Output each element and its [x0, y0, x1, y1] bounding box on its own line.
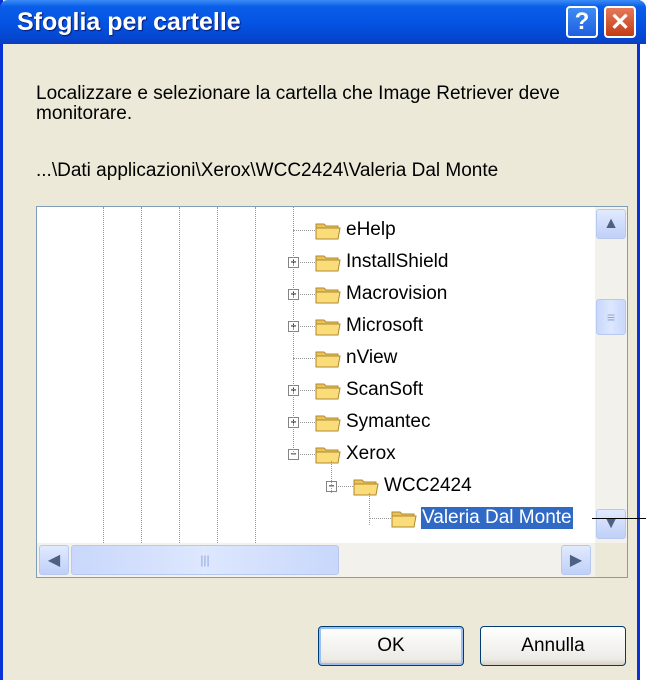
tree-item-label: eHelp [346, 219, 396, 240]
scroll-up-button[interactable]: ▲ [596, 209, 626, 239]
grip-icon: ≡ [606, 309, 616, 325]
chevron-left-icon: ◀ [47, 552, 61, 569]
horizontal-scrollbar[interactable]: ◀ ||| ▶ [37, 543, 595, 577]
tree-connector [369, 493, 370, 525]
scrollbar-corner [595, 543, 627, 577]
tree-connector [293, 230, 315, 231]
tree-item-label: ScanSoft [346, 379, 424, 400]
folder-icon [315, 316, 341, 336]
instruction-text: Localizzare e selezionare la cartella ch… [36, 83, 560, 124]
tree-item-label: WCC2424 [384, 475, 472, 496]
tree-connector [293, 207, 294, 454]
help-icon: ? [574, 8, 590, 35]
tree-item[interactable]: eHelp [37, 215, 593, 247]
tree-item[interactable]: nView [37, 343, 593, 375]
tree-item[interactable]: + ScanSoft [37, 375, 593, 407]
tree-item[interactable]: Valeria Dal Monte [37, 503, 593, 535]
grip-icon: ||| [200, 553, 210, 567]
tree-item-label: Macrovision [346, 283, 448, 304]
current-path-text: ...\Dati applicazioni\Xerox\WCC2424\Vale… [36, 160, 499, 181]
dialog-title: Sfoglia per cartelle [17, 8, 241, 36]
callout-line [592, 518, 646, 519]
folder-icon [353, 476, 379, 496]
close-button[interactable]: ✕ [604, 6, 636, 38]
folder-tree[interactable]: eHelp + InstallShield + Macrovision + Microsof… [36, 206, 628, 578]
folder-open-icon [391, 508, 417, 528]
tree-item-label: nView [346, 347, 398, 368]
tree-item-label: Microsoft [346, 315, 424, 336]
tree-item[interactable]: − Xerox [37, 439, 593, 471]
tree-item-label: InstallShield [346, 251, 449, 272]
chevron-right-icon: ▶ [569, 552, 583, 569]
tree-item[interactable]: + Macrovision [37, 279, 593, 311]
help-button[interactable]: ? [566, 6, 598, 38]
ok-button[interactable]: OK [318, 626, 464, 666]
scroll-down-button[interactable]: ▼ [596, 509, 626, 539]
folder-icon [315, 444, 341, 464]
tree-item-label: Valeria Dal Monte [421, 507, 573, 529]
vertical-scroll-thumb[interactable]: ≡ [596, 299, 626, 335]
chevron-up-icon: ▲ [603, 215, 619, 232]
folder-icon [315, 220, 341, 240]
folder-icon [315, 252, 341, 272]
folder-icon [315, 348, 341, 368]
folder-icon [315, 412, 341, 432]
tree-item[interactable]: + Symantec [37, 407, 593, 439]
close-icon: ✕ [609, 8, 631, 36]
folder-icon [315, 284, 341, 304]
tree-item[interactable]: + Microsoft [37, 311, 593, 343]
title-bar[interactable]: Sfoglia per cartelle ? ✕ [0, 0, 646, 44]
tree-connector [331, 461, 332, 493]
tree-item[interactable]: − WCC2424 [37, 471, 593, 503]
tree-item-label: Xerox [346, 443, 396, 464]
vertical-scrollbar[interactable]: ▲ ≡ ▼ [595, 207, 627, 543]
tree-item[interactable]: + InstallShield [37, 247, 593, 279]
folder-icon [315, 380, 341, 400]
scroll-left-button[interactable]: ◀ [39, 545, 69, 575]
cancel-button[interactable]: Annulla [480, 626, 626, 666]
tree-connector [369, 518, 391, 519]
tree-connector [293, 358, 315, 359]
scroll-right-button[interactable]: ▶ [561, 545, 591, 575]
horizontal-scroll-thumb[interactable]: ||| [71, 545, 339, 575]
tree-item-label: Symantec [346, 411, 431, 432]
